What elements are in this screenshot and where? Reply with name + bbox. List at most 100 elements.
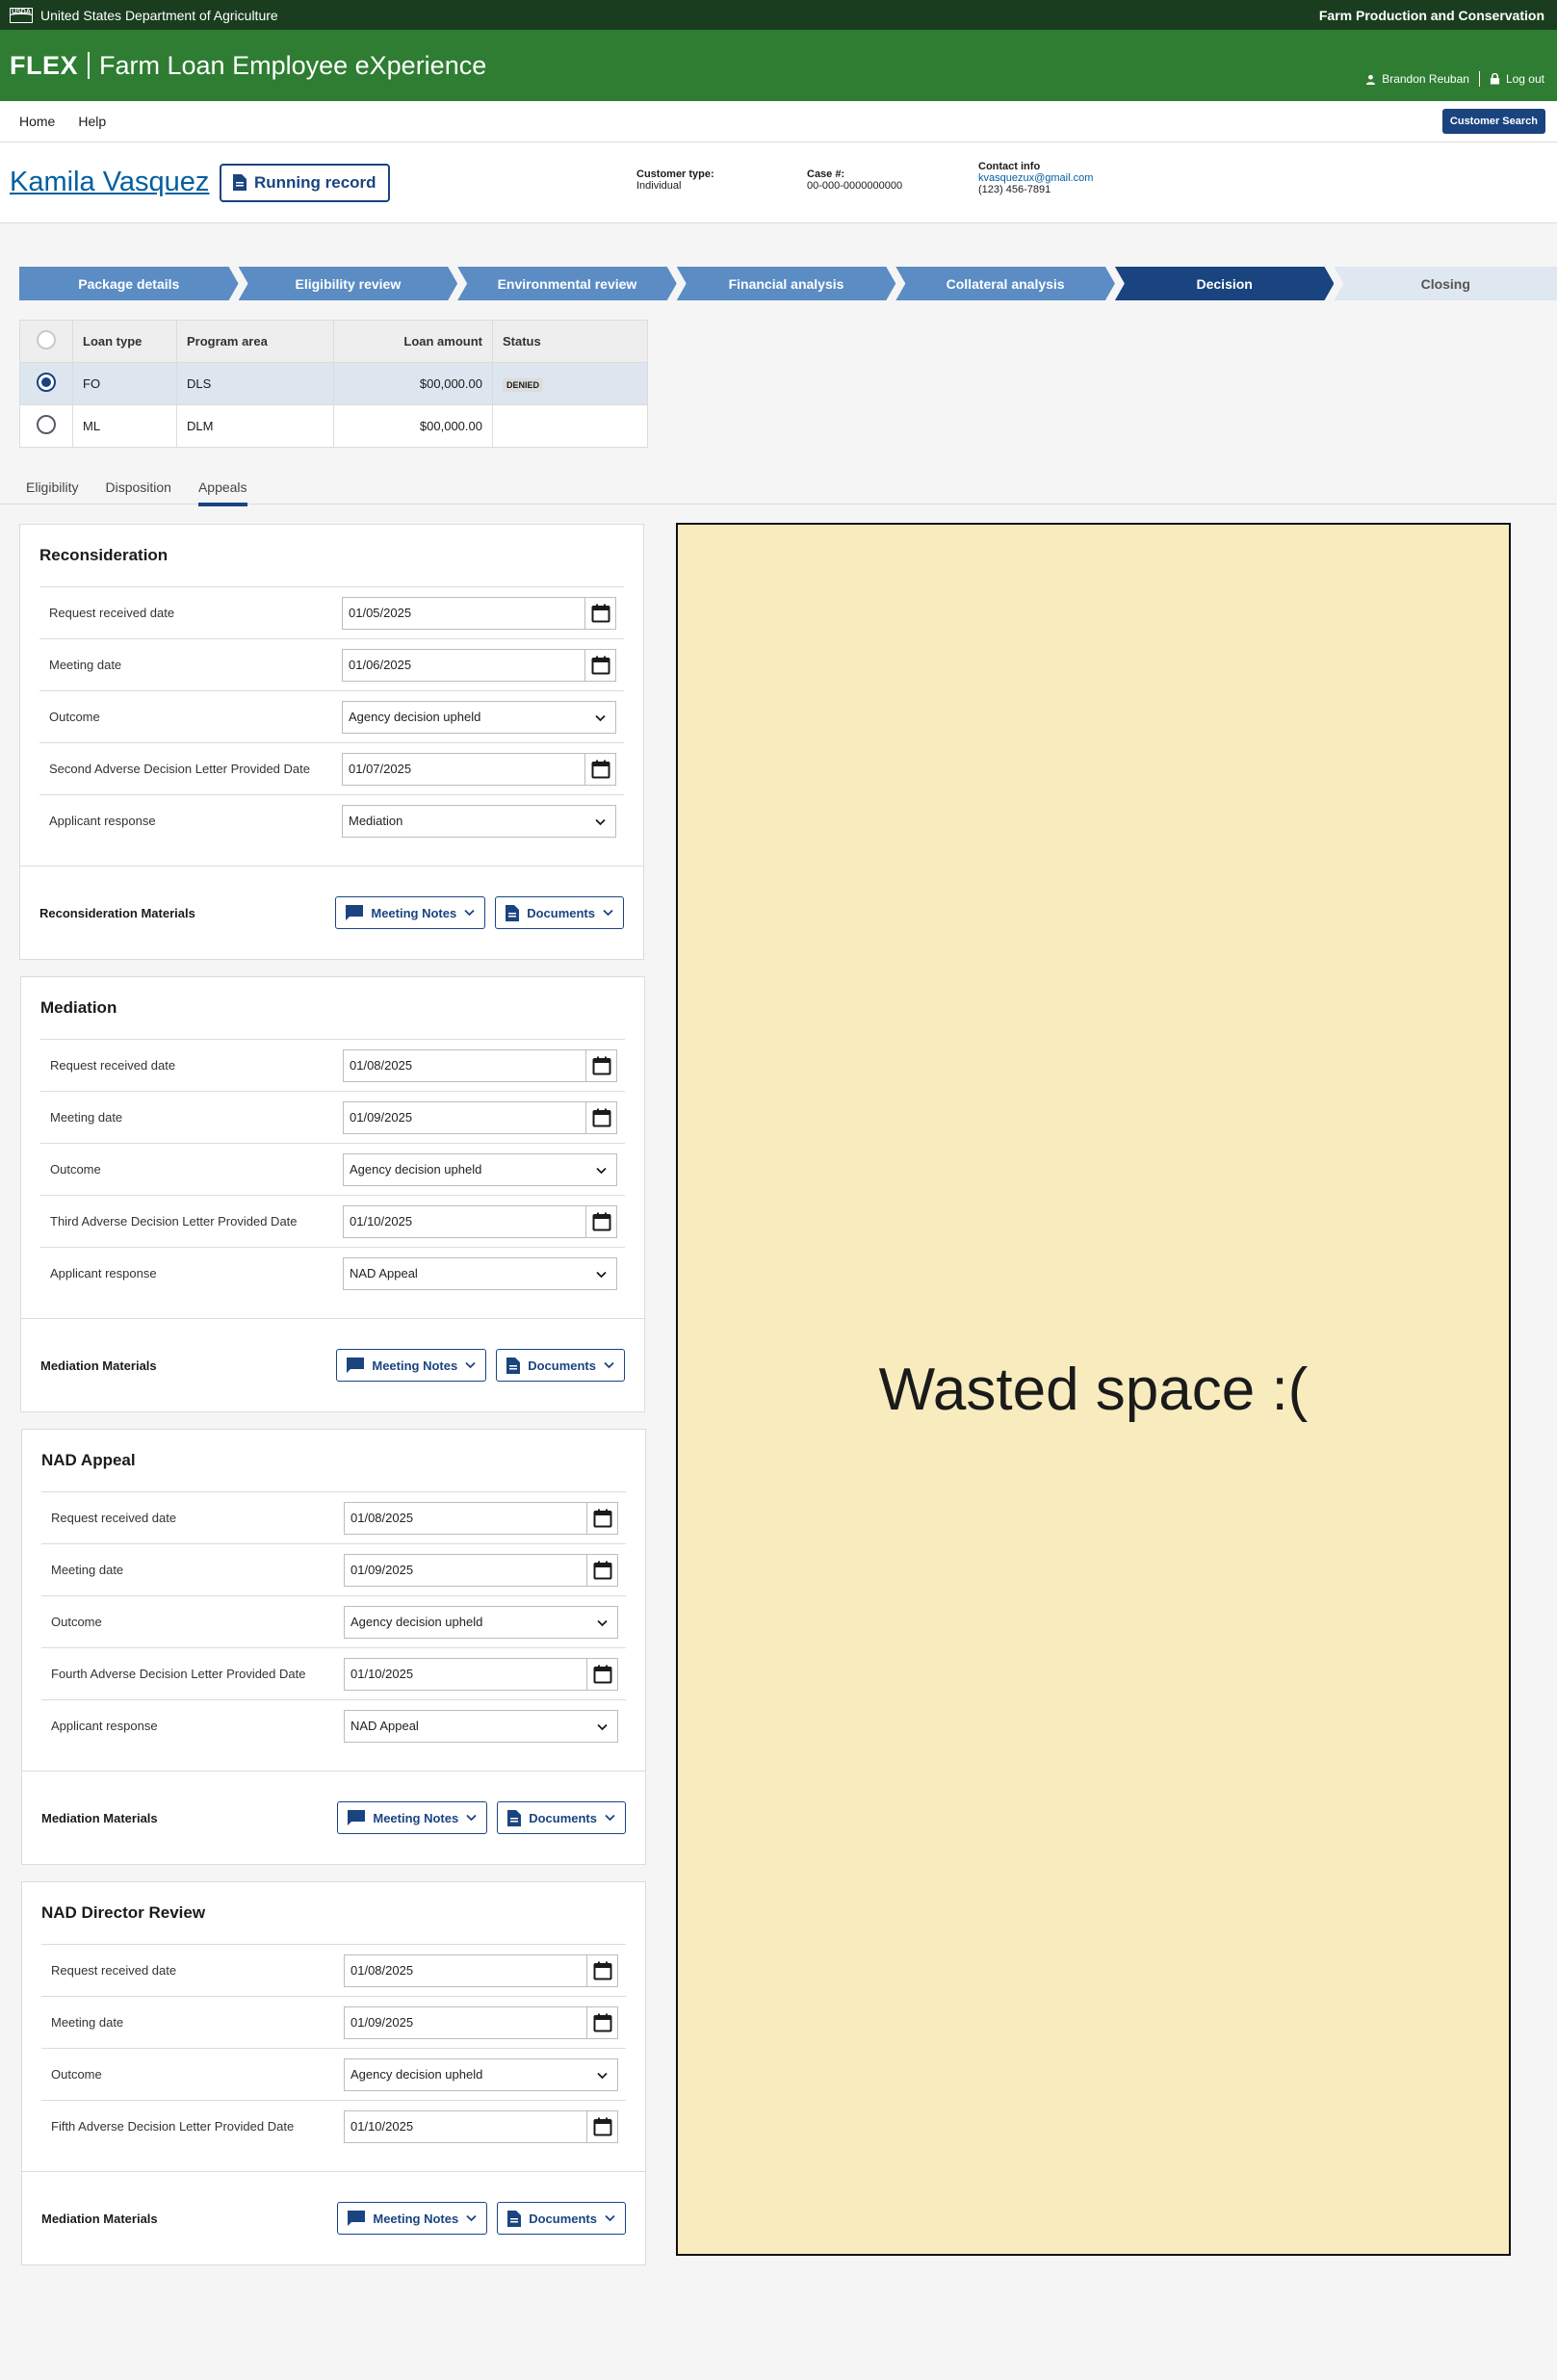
field-label: Fourth Adverse Decision Letter Provided … bbox=[51, 1667, 306, 1681]
meeting-notes-label: Meeting Notes bbox=[371, 905, 457, 920]
field-label: Request received date bbox=[51, 1511, 177, 1525]
date-input[interactable]: 01/07/2025 bbox=[342, 752, 616, 786]
comment-icon bbox=[348, 1810, 366, 1825]
nav-home[interactable]: Home bbox=[19, 114, 55, 129]
appeal-card: NAD Appeal Request received date 01/08/202… bbox=[21, 1429, 646, 1865]
select-field[interactable]: NAD Appeal bbox=[344, 1709, 618, 1743]
field-label: Meeting date bbox=[51, 2015, 124, 2030]
date-picker-button[interactable] bbox=[585, 1205, 616, 1237]
select-field[interactable]: Agency decision upheld bbox=[343, 1152, 617, 1186]
select-field[interactable]: NAD Appeal bbox=[343, 1256, 617, 1290]
field-label: Outcome bbox=[50, 1162, 101, 1177]
meeting-notes-button[interactable]: Meeting Notes bbox=[336, 1349, 487, 1382]
calendar-icon bbox=[593, 1961, 611, 1979]
chevron-down-icon bbox=[466, 2214, 477, 2222]
step-financial-analysis[interactable]: Financial analysis bbox=[677, 267, 896, 300]
documents-button[interactable]: Documents bbox=[497, 1801, 626, 1834]
select-field[interactable]: Agency decision upheld bbox=[342, 700, 616, 734]
table-row[interactable]: FO DLS $00,000.00 DENIED bbox=[19, 362, 648, 405]
card-title: Mediation bbox=[40, 998, 117, 1017]
date-input[interactable]: 01/08/2025 bbox=[344, 1501, 618, 1535]
tab-appeals[interactable]: Appeals bbox=[197, 470, 247, 506]
date-input[interactable]: 01/10/2025 bbox=[344, 1657, 618, 1691]
date-picker-button[interactable] bbox=[586, 1658, 617, 1690]
table-row[interactable]: ML DLM $00,000.00 bbox=[19, 404, 648, 448]
select-field[interactable]: Agency decision upheld bbox=[344, 2057, 618, 2091]
tab-bar: Eligibility Disposition Appeals bbox=[0, 470, 1557, 506]
date-picker-button[interactable] bbox=[585, 1049, 616, 1081]
document-icon bbox=[233, 174, 247, 191]
tab-disposition[interactable]: Disposition bbox=[105, 470, 170, 504]
form-row: Applicant response Mediation bbox=[39, 794, 624, 846]
step-decision[interactable]: Decision bbox=[1115, 267, 1335, 300]
materials-row: Mediation Materials Meeting Notes Document… bbox=[21, 1318, 644, 1411]
chevron-down-icon bbox=[464, 909, 475, 917]
select-field[interactable]: Agency decision upheld bbox=[344, 1605, 618, 1639]
case-number: Case #: 00-000-0000000000 bbox=[807, 168, 902, 192]
product-name: FLEX bbox=[10, 50, 79, 80]
step-collateral-analysis[interactable]: Collateral analysis bbox=[895, 267, 1115, 300]
documents-button[interactable]: Documents bbox=[496, 1349, 625, 1382]
date-input[interactable]: 01/05/2025 bbox=[342, 596, 616, 630]
tab-eligibility[interactable]: Eligibility bbox=[26, 470, 78, 504]
documents-button[interactable]: Documents bbox=[497, 2202, 626, 2235]
date-input[interactable]: 01/09/2025 bbox=[344, 2005, 618, 2039]
customer-name-link[interactable]: Kamila Vasquez bbox=[10, 167, 220, 198]
app-brand[interactable]: FLEX Farm Loan Employee eXperience bbox=[10, 51, 486, 81]
date-value: 01/10/2025 bbox=[350, 1667, 414, 1681]
date-input[interactable]: 01/09/2025 bbox=[344, 1553, 618, 1587]
date-input[interactable]: 01/06/2025 bbox=[342, 648, 616, 682]
contact-email[interactable]: kvasquezux@gmail.com bbox=[978, 172, 1093, 184]
agency-name: United States Department of Agriculture bbox=[40, 7, 278, 23]
date-picker-button[interactable] bbox=[584, 597, 615, 629]
date-picker-button[interactable] bbox=[586, 1554, 617, 1586]
form-row: Outcome Agency decision upheld bbox=[41, 1595, 626, 1647]
step-closing[interactable]: Closing bbox=[1334, 267, 1557, 300]
select-value: Mediation bbox=[349, 814, 403, 828]
row-radio[interactable] bbox=[37, 415, 56, 434]
field-label: Request received date bbox=[51, 1963, 177, 1978]
select-field[interactable]: Mediation bbox=[342, 804, 616, 838]
step-environmental-review[interactable]: Environmental review bbox=[457, 267, 677, 300]
form-row: Meeting date 01/09/2025 bbox=[41, 1996, 626, 2048]
date-picker-button[interactable] bbox=[586, 2110, 617, 2142]
date-input[interactable]: 01/10/2025 bbox=[344, 2109, 618, 2143]
field-label: Outcome bbox=[49, 710, 100, 724]
logout-label: Log out bbox=[1505, 72, 1544, 86]
cell-program-area: DLM bbox=[176, 404, 334, 448]
step-eligibility-review[interactable]: Eligibility review bbox=[239, 267, 458, 300]
date-input[interactable]: 01/08/2025 bbox=[344, 1953, 618, 1987]
date-picker-button[interactable] bbox=[585, 1101, 616, 1133]
materials-label: Reconsideration Materials bbox=[39, 905, 195, 920]
table-header-row: Loan type Program area Loan amount Statu… bbox=[19, 320, 648, 363]
meeting-notes-button[interactable]: Meeting Notes bbox=[337, 2202, 488, 2235]
date-picker-button[interactable] bbox=[586, 2006, 617, 2038]
date-picker-button[interactable] bbox=[586, 1502, 617, 1534]
materials-row: Reconsideration Materials Meeting Notes Do… bbox=[20, 866, 643, 959]
customer-search-button[interactable]: Customer Search bbox=[1441, 109, 1545, 134]
running-record-label: Running record bbox=[254, 172, 376, 192]
documents-button[interactable]: Documents bbox=[495, 896, 624, 929]
date-input[interactable]: 01/09/2025 bbox=[343, 1100, 617, 1134]
calendar-icon bbox=[591, 604, 610, 622]
running-record-button[interactable]: Running record bbox=[220, 163, 390, 202]
date-picker-button[interactable] bbox=[584, 649, 615, 681]
date-input[interactable]: 01/10/2025 bbox=[343, 1204, 617, 1238]
app-name: Farm Loan Employee eXperience bbox=[99, 50, 487, 80]
cell-loan-type: FO bbox=[72, 362, 177, 405]
form-row: Request received date 01/08/2025 bbox=[41, 1944, 626, 1996]
date-input[interactable]: 01/08/2025 bbox=[343, 1048, 617, 1082]
contact-label: Contact info bbox=[978, 161, 1041, 172]
meeting-notes-button[interactable]: Meeting Notes bbox=[337, 1801, 488, 1834]
card-title: NAD Director Review bbox=[41, 1903, 206, 1922]
meeting-notes-button[interactable]: Meeting Notes bbox=[335, 896, 486, 929]
calendar-icon bbox=[593, 1509, 611, 1527]
date-picker-button[interactable] bbox=[584, 753, 615, 785]
user-menu[interactable]: Brandon Reuban bbox=[1365, 72, 1469, 86]
date-picker-button[interactable] bbox=[586, 1954, 617, 1986]
logout-link[interactable]: Log out bbox=[1490, 72, 1544, 86]
nav-help[interactable]: Help bbox=[78, 114, 106, 129]
step-package-details[interactable]: Package details bbox=[19, 267, 239, 300]
row-radio[interactable] bbox=[37, 373, 56, 392]
card-title: NAD Appeal bbox=[41, 1451, 136, 1469]
